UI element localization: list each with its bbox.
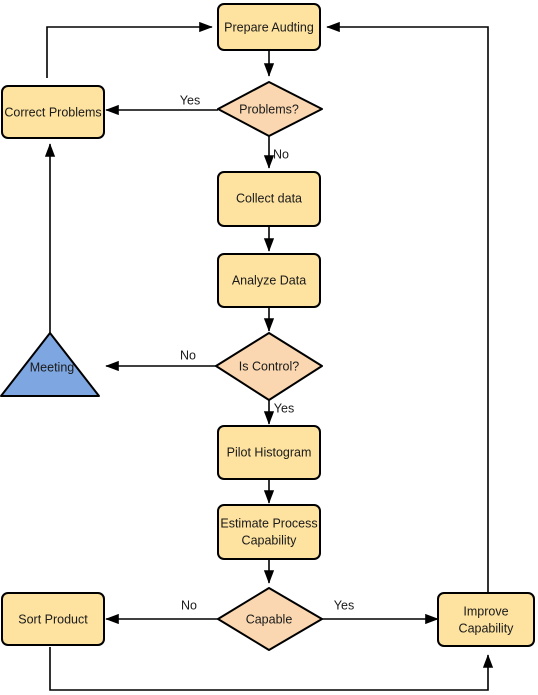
node-meeting-shape[interactable] xyxy=(0,332,100,397)
flowchart-canvas: Correct Problems --> Yes Collect data --… xyxy=(0,0,538,695)
node-prepare-auditing-shape[interactable] xyxy=(217,3,321,51)
edge-improve-capability-to-prepare xyxy=(326,21,489,592)
node-improve-capability-shape[interactable] xyxy=(437,592,535,647)
node-correct-problems[interactable]: Correct Problems xyxy=(1,85,105,139)
node-capable[interactable]: Capable xyxy=(217,587,323,651)
node-pilot-histogram-shape[interactable] xyxy=(217,425,321,480)
node-prepare-auditing[interactable]: Prepare Audting xyxy=(217,3,321,51)
edge-correct-problems-to-prepare xyxy=(46,21,213,78)
node-analyze-data[interactable]: Analyze Data xyxy=(217,253,321,308)
node-sort-product-shape[interactable] xyxy=(1,592,105,646)
node-collect-data-shape[interactable] xyxy=(217,171,321,227)
edge-label-problems-yes: Yes xyxy=(180,93,200,107)
node-pilot-histogram[interactable]: Pilot Histogram xyxy=(217,425,321,480)
node-sort-product[interactable]: Sort Product xyxy=(1,592,105,646)
node-correct-problems-shape[interactable] xyxy=(1,85,105,139)
node-improve-capability[interactable]: Improve Capability xyxy=(437,592,535,647)
flowchart-svg: Correct Problems --> Yes Collect data --… xyxy=(0,3,535,691)
node-is-control-shape[interactable] xyxy=(215,332,323,401)
node-problems[interactable]: Problems? xyxy=(217,81,323,137)
node-capable-shape[interactable] xyxy=(217,587,323,651)
node-estimate-process-capability-shape[interactable] xyxy=(217,504,321,560)
node-is-control[interactable]: Is Control? xyxy=(215,332,323,401)
edge-label-is-control-yes: Yes xyxy=(274,401,294,415)
node-analyze-data-shape[interactable] xyxy=(217,253,321,308)
edge-label-capable-no: No xyxy=(181,598,197,612)
edge-label-capable-yes: Yes xyxy=(334,598,354,612)
edge-label-problems-no: No xyxy=(273,147,289,161)
node-estimate-process-capability[interactable]: Estimate Process Capability xyxy=(217,504,321,560)
node-problems-shape[interactable] xyxy=(217,81,323,137)
node-collect-data[interactable]: Collect data xyxy=(217,171,321,227)
node-meeting[interactable]: Meeting xyxy=(0,332,100,397)
edge-label-is-control-no: No xyxy=(180,348,196,362)
edge-sort-product-to-improve-capability xyxy=(49,647,494,691)
